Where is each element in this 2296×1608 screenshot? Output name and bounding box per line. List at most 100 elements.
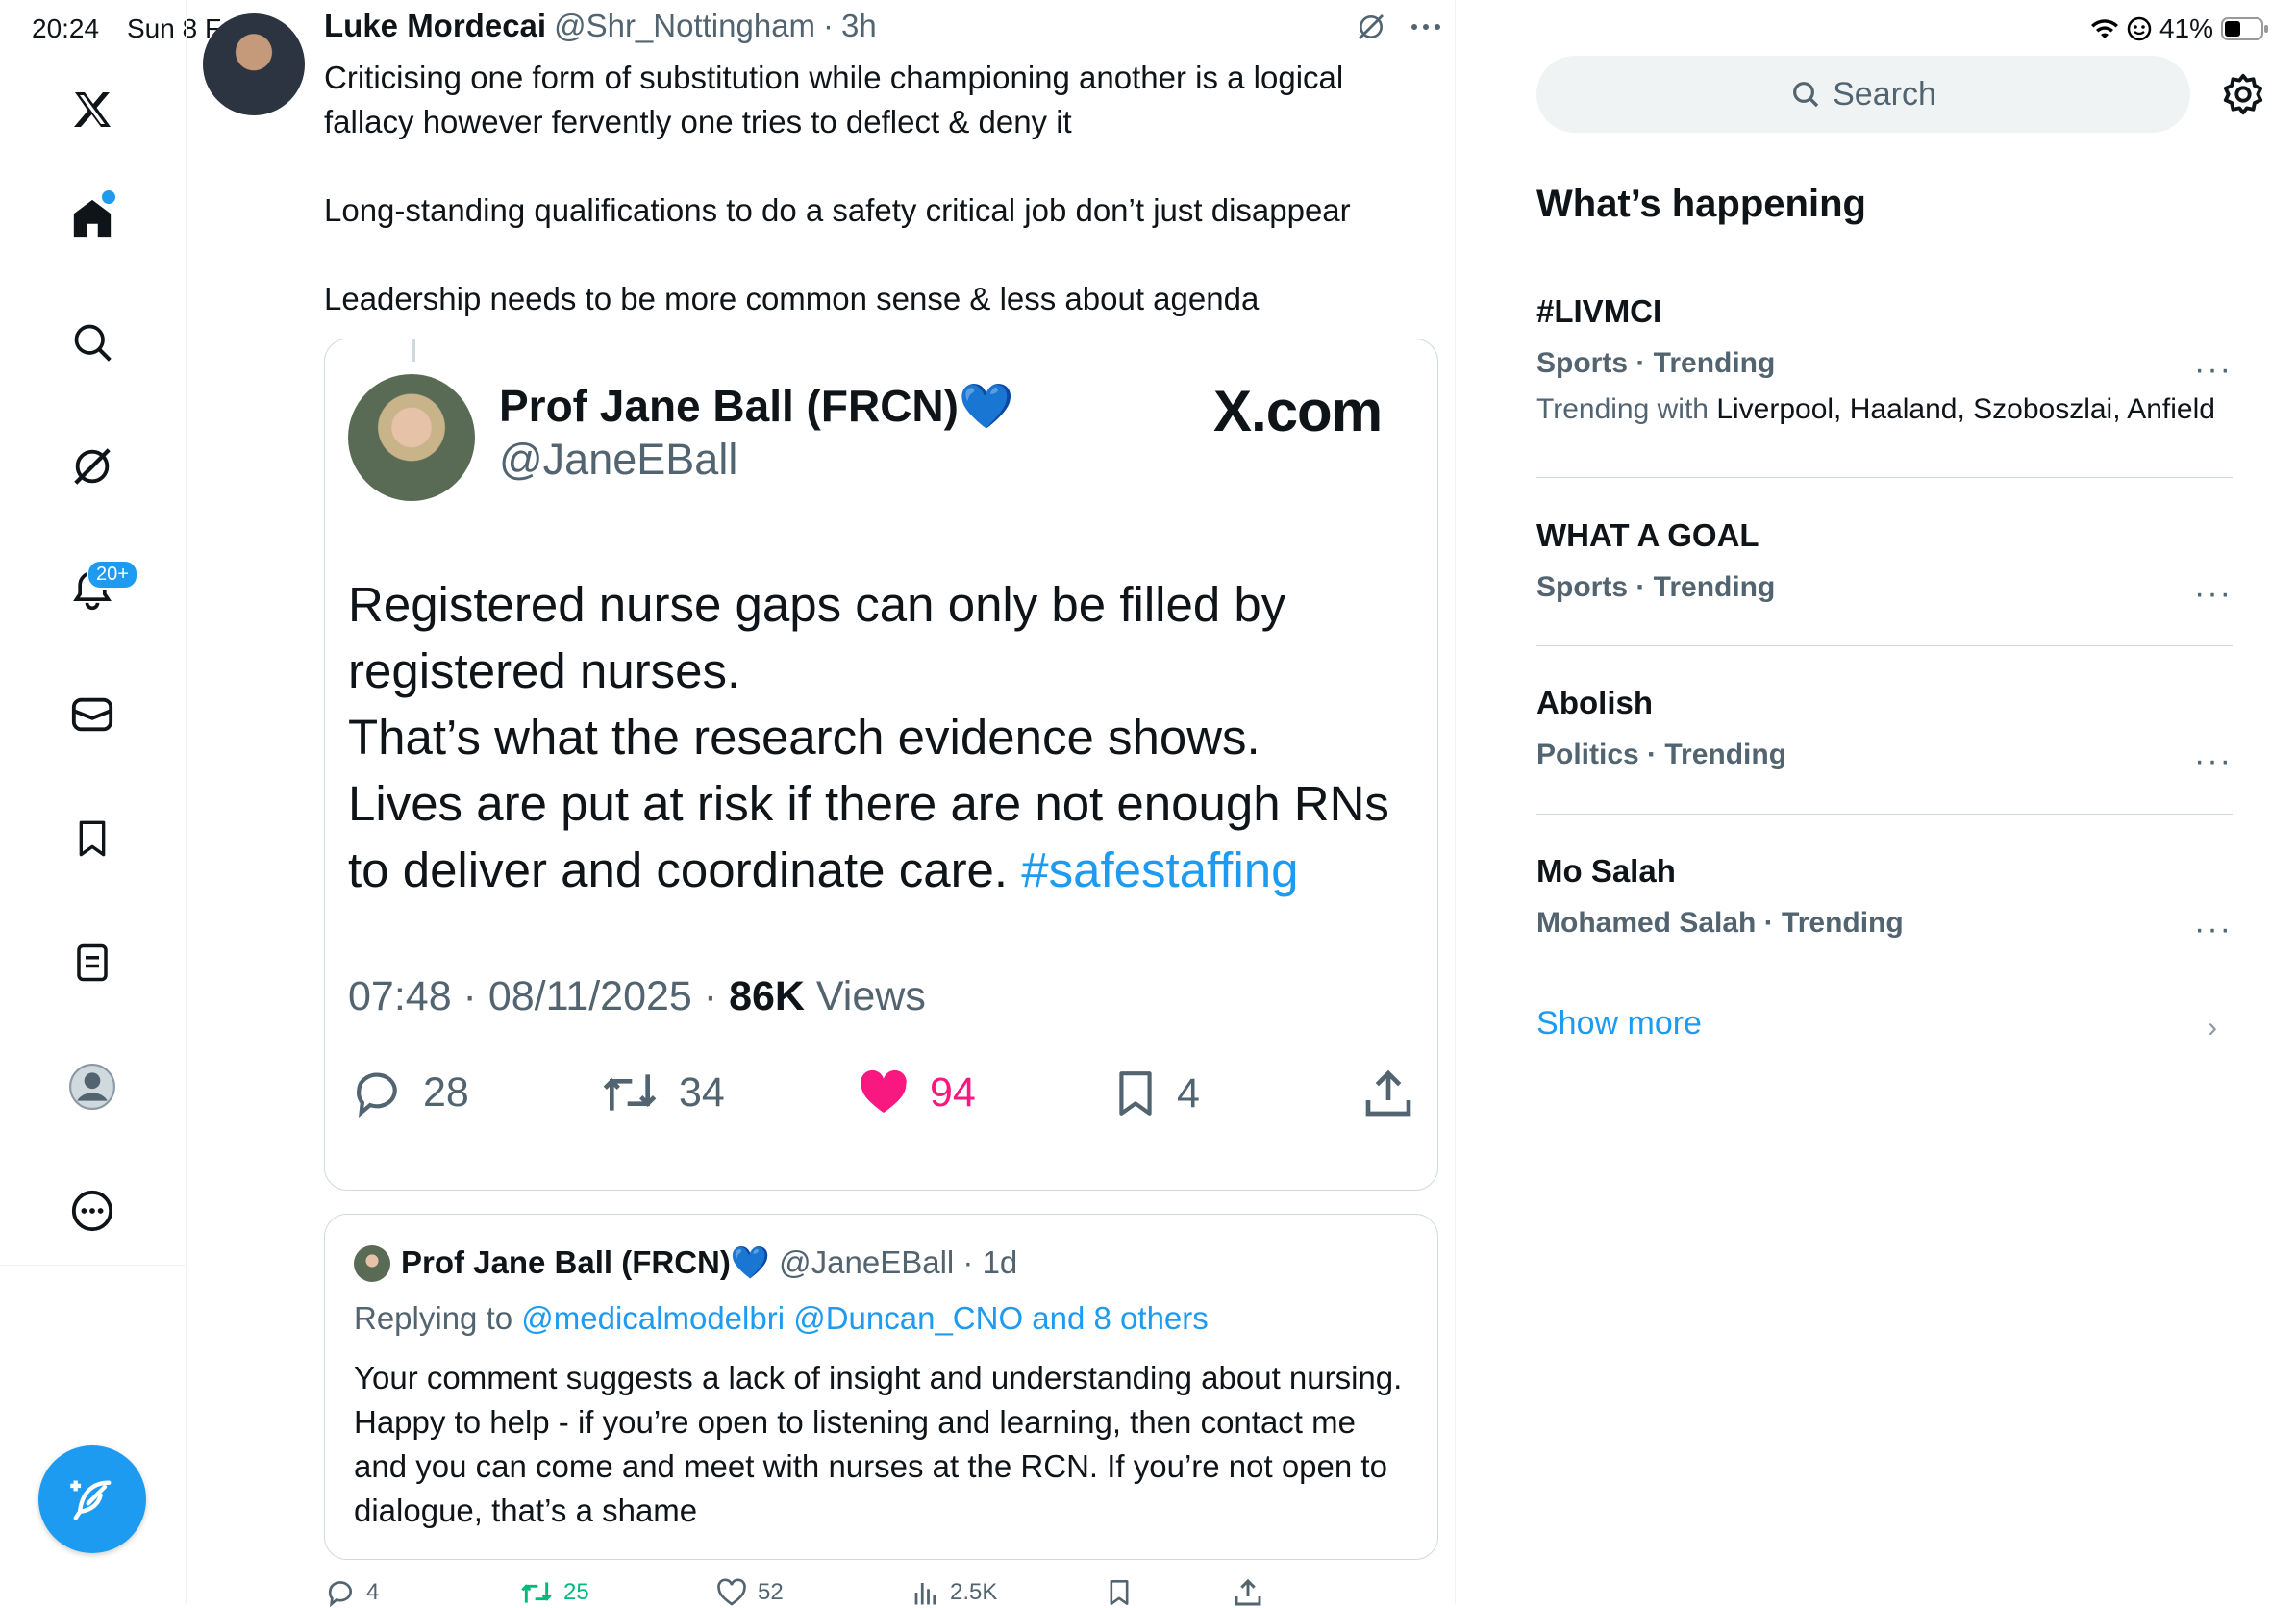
reposts-count: 25	[563, 1579, 589, 1605]
share-icon	[1235, 1578, 1261, 1606]
grok-icon[interactable]	[1356, 12, 1386, 42]
heart-icon	[861, 1069, 907, 1113]
quoted-author-avatar	[348, 374, 475, 501]
quoted-views-count: 86K	[729, 973, 805, 1019]
trend-item[interactable]: Abolish Politics · Trending ···	[1536, 685, 2233, 779]
bookmark-icon	[1110, 1580, 1129, 1605]
quoted-reply-stat: 28	[348, 1066, 469, 1119]
like-action[interactable]: 52	[715, 1577, 784, 1608]
post-time[interactable]: 3h	[841, 8, 877, 44]
trend-item[interactable]: Mo Salah Mohamed Salah · Trending ···	[1536, 853, 2233, 947]
reply-icon	[328, 1581, 352, 1608]
quoted-timestamp: 07:48 · 08/11/2025 · 86K Views	[348, 973, 926, 1020]
quoted-text: Registered nurse gaps can only be filled…	[348, 571, 1415, 903]
lists-icon[interactable]	[63, 934, 121, 992]
views-icon	[914, 1583, 936, 1605]
trend-category: Sports · Trending	[1536, 347, 1776, 379]
x-logo-icon[interactable]	[63, 81, 121, 138]
post-body: Criticising one form of substitution whi…	[324, 56, 1430, 365]
post-paragraph: Leadership needs to be more common sense…	[324, 281, 1260, 316]
trend-divider	[1536, 477, 2233, 478]
trend-divider	[1536, 645, 2233, 646]
battery-percent: 41%	[2159, 13, 2213, 43]
trend-title: Abolish	[1536, 685, 1653, 720]
home-unread-dot	[100, 188, 117, 206]
trend-more-icon[interactable]: ···	[2194, 351, 2233, 389]
trend-item[interactable]: #LIVMCI Sports · Trending Trending with …	[1536, 293, 2233, 426]
status-indicators: 41%	[2090, 13, 2269, 44]
trend-category: Politics · Trending	[1536, 739, 1787, 770]
likes-count: 52	[758, 1579, 784, 1605]
thread-line	[412, 339, 415, 362]
quoted-like-stat: 94	[855, 1066, 976, 1119]
search-input[interactable]: Search	[1536, 56, 2190, 133]
bookmark-icon	[1119, 1071, 1152, 1116]
replying-label: Replying to	[354, 1300, 522, 1336]
post-paragraph: Criticising one form of substitution whi…	[324, 60, 1344, 139]
compose-feather-icon	[70, 1480, 112, 1520]
search-icon[interactable]	[63, 314, 121, 371]
feed-right-border	[1455, 0, 1456, 1604]
share-icon	[1365, 1069, 1411, 1117]
post-header-actions	[1356, 12, 1442, 42]
bookmarks-icon[interactable]	[63, 810, 121, 867]
quoted-views-label: Views	[815, 973, 926, 1019]
quoted-reposts-count: 34	[679, 1068, 725, 1116]
trend-more-icon[interactable]: ···	[2194, 742, 2233, 780]
show-more-link[interactable]: Show more	[1536, 1005, 1702, 1043]
trend-with-terms: Liverpool, Haaland, Szoboszlai, Anfield	[1716, 393, 2215, 425]
trend-more-icon[interactable]: ···	[2194, 911, 2233, 948]
author-avatar[interactable]	[203, 13, 305, 115]
quoted-share-stat	[1361, 1066, 1415, 1121]
more-icon[interactable]	[63, 1182, 121, 1240]
reply-author-name: Prof Jane Ball (FRCN)💙	[401, 1244, 770, 1280]
notifications-badge: 20+	[87, 560, 138, 590]
chevron-right-icon[interactable]: ›	[2208, 1012, 2217, 1044]
focus-icon	[2127, 16, 2152, 41]
quoted-bookmark-stat: 4	[1111, 1066, 1200, 1121]
reply-icon	[357, 1072, 397, 1118]
post-paragraph: Long-standing qualifications to do a saf…	[324, 192, 1351, 228]
grok-icon[interactable]	[63, 438, 121, 495]
wifi-icon	[2090, 17, 2119, 40]
author-handle[interactable]: @Shr_Nottingham	[554, 8, 815, 44]
trend-with-label: Trending with	[1536, 393, 1717, 425]
quoted-likes-count: 94	[930, 1068, 976, 1116]
replying-targets[interactable]: @medicalmodelbri @Duncan_CNO and 8 other…	[521, 1300, 1209, 1336]
share-action[interactable]	[1233, 1577, 1263, 1608]
trend-item[interactable]: WHAT A GOAL Sports · Trending ···	[1536, 517, 2233, 612]
compose-button[interactable]	[38, 1445, 146, 1553]
trend-category: Sports · Trending	[1536, 571, 1776, 603]
trend-title: Mo Salah	[1536, 853, 1676, 889]
replies-count: 4	[366, 1579, 380, 1605]
more-options-icon[interactable]	[1410, 22, 1442, 32]
trend-related: Trending with Liverpool, Haaland, Szobos…	[1536, 393, 2233, 426]
reply-header: Prof Jane Ball (FRCN)💙 @JaneEBall · 1d	[401, 1244, 1017, 1282]
hashtag-link: #safestaffing	[1021, 842, 1299, 897]
reply-handle-time: @JaneEBall · 1d	[779, 1244, 1018, 1280]
trend-category: Mohamed Salah · Trending	[1536, 907, 1904, 939]
heart-icon	[717, 1578, 746, 1606]
battery-icon	[2221, 16, 2269, 41]
profile-icon[interactable]	[63, 1058, 121, 1116]
quoted-author-name: Prof Jane Ball (FRCN)💙	[499, 381, 1014, 431]
reply-text: Your comment suggests a lack of insight …	[354, 1360, 1403, 1528]
views-action[interactable]: 2.5K	[911, 1577, 997, 1608]
trend-title: WHAT A GOAL	[1536, 517, 1759, 553]
post-header: Luke Mordecai @Shr_Nottingham · 3h	[324, 8, 877, 44]
repost-action[interactable]: 25	[519, 1577, 589, 1608]
trend-more-icon[interactable]: ···	[2194, 575, 2233, 613]
search-placeholder: Search	[1833, 75, 1936, 113]
separator-dot: ·	[823, 8, 835, 43]
quoted-date: 07:48 · 08/11/2025 ·	[348, 973, 730, 1019]
search-icon	[1793, 82, 1819, 108]
views-count: 2.5K	[950, 1579, 998, 1605]
reply-author-avatar	[354, 1245, 390, 1282]
messages-icon[interactable]	[63, 686, 121, 743]
author-name[interactable]: Luke Mordecai	[324, 8, 546, 44]
bookmark-action[interactable]	[1106, 1577, 1133, 1608]
reply-action[interactable]: 4	[324, 1577, 379, 1608]
quoted-replies-count: 28	[423, 1068, 469, 1116]
nav-divider	[0, 1265, 186, 1266]
settings-gear-icon[interactable]	[2221, 72, 2265, 116]
